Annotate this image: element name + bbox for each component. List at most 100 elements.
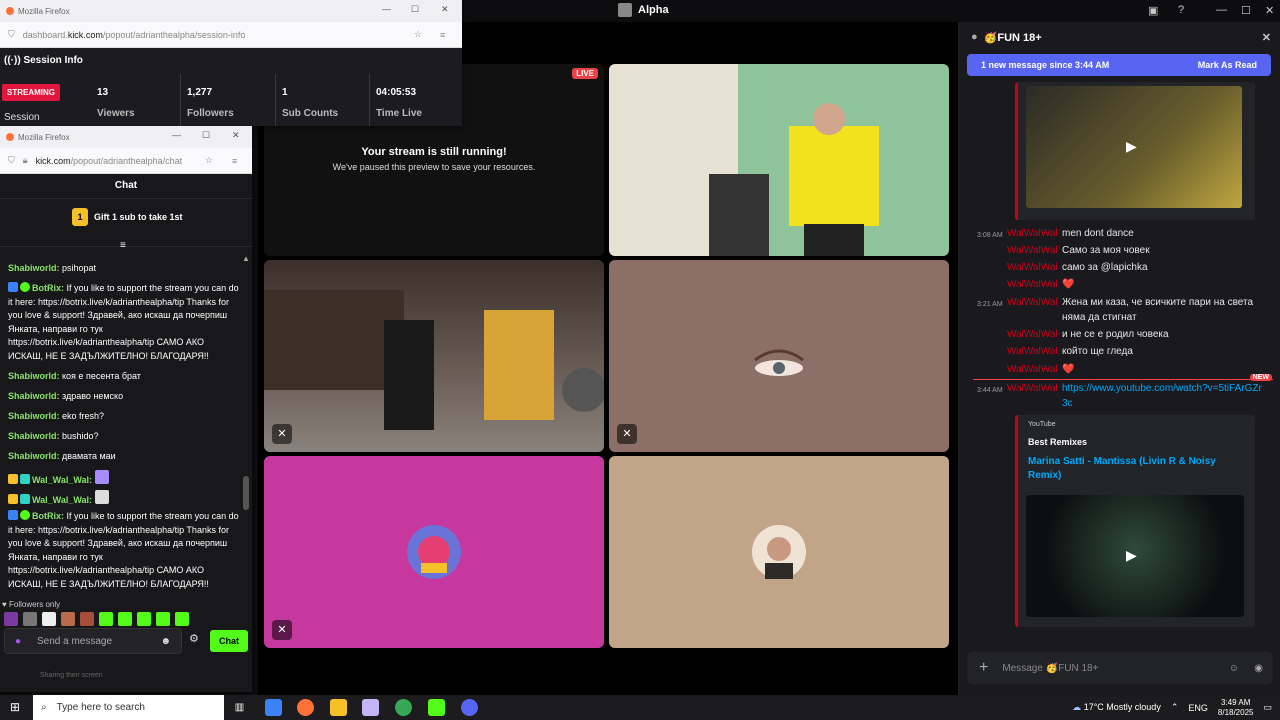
send-chat-button[interactable]: Chat bbox=[210, 630, 248, 652]
message-author[interactable]: WalWalWal bbox=[1007, 344, 1058, 359]
chat-username[interactable]: Wal_Wal_Wal: bbox=[32, 495, 92, 505]
chat-message: Shabiworld: здраво немско bbox=[8, 390, 240, 404]
firefox-taskbar-icon[interactable] bbox=[297, 699, 314, 716]
pinned-expand-icon[interactable]: ≡ bbox=[120, 240, 126, 251]
media-player-icon[interactable] bbox=[362, 699, 379, 716]
chat-username[interactable]: Shabiworld: bbox=[8, 451, 60, 461]
chat-username[interactable]: Shabiworld: bbox=[8, 371, 60, 381]
message-author[interactable]: WalWalWal bbox=[1007, 277, 1058, 292]
stream-tile-room[interactable]: ✕ bbox=[264, 260, 604, 452]
bookmark-star-icon[interactable]: ☆ bbox=[205, 155, 213, 166]
add-attachment-icon[interactable]: + bbox=[979, 659, 988, 677]
emote-icon[interactable] bbox=[61, 612, 75, 626]
message-author[interactable]: WalWalWal bbox=[1007, 226, 1058, 241]
settings-gear-icon[interactable]: ⚙ bbox=[189, 632, 199, 645]
emote-icon[interactable] bbox=[4, 612, 18, 626]
message-author[interactable]: WalWalWal bbox=[1007, 243, 1058, 258]
stream-tile-beige-avatar[interactable] bbox=[609, 456, 949, 648]
app-icon[interactable] bbox=[265, 699, 282, 716]
emoji-icon[interactable]: ☻ bbox=[160, 636, 171, 647]
minimize-button[interactable]: — bbox=[382, 4, 391, 14]
url-text[interactable]: dashboard.kick.com/popout/adrianthealpha… bbox=[23, 30, 246, 40]
stream-tile-pink-avatar[interactable]: ✕ bbox=[264, 456, 604, 648]
chat-username[interactable]: Wal_Wal_Wal: bbox=[32, 475, 92, 485]
close-button[interactable]: ✕ bbox=[441, 4, 449, 15]
chat-username[interactable]: Shabiworld: bbox=[8, 411, 60, 421]
maximize-button[interactable]: ☐ bbox=[1241, 4, 1251, 17]
emote-icon[interactable] bbox=[156, 612, 170, 626]
new-messages-bar[interactable]: 1 new message since 3:44 AM Mark As Read bbox=[967, 54, 1271, 76]
scroll-up-icon[interactable]: ▲ bbox=[242, 254, 250, 263]
message-author[interactable]: WalWalWal bbox=[1007, 362, 1058, 377]
weather-widget[interactable]: ☁ 17°C Mostly cloudy bbox=[1072, 702, 1161, 713]
minimize-button[interactable]: — bbox=[1216, 4, 1227, 16]
close-button[interactable]: ✕ bbox=[232, 130, 240, 141]
close-icon[interactable]: ✕ bbox=[1262, 31, 1271, 44]
embed-title[interactable]: Marina Satti - Mantissa (Livin R & Noisy… bbox=[1028, 455, 1248, 483]
close-button[interactable]: ✕ bbox=[1265, 4, 1274, 17]
play-icon[interactable]: ▶ bbox=[1126, 547, 1137, 564]
help-icon[interactable]: ? bbox=[1178, 4, 1184, 16]
clock[interactable]: 3:49 AM 8/18/2025 bbox=[1218, 698, 1254, 718]
chat-message-input[interactable]: ● Send a message ☻ bbox=[4, 628, 182, 654]
task-view-icon[interactable]: ▥ bbox=[231, 699, 248, 716]
emote-icon[interactable] bbox=[99, 612, 113, 626]
chat-scrollbar[interactable] bbox=[243, 476, 249, 510]
kick-app-icon[interactable] bbox=[428, 699, 445, 716]
chat-username[interactable]: Shabiworld: bbox=[8, 263, 60, 273]
tray-chevron-icon[interactable]: ⌃ bbox=[1171, 702, 1179, 713]
menu-icon[interactable]: ≡ bbox=[440, 30, 445, 40]
message-author[interactable]: WalWalWal bbox=[1007, 260, 1058, 275]
play-icon[interactable]: ▶ bbox=[1126, 138, 1137, 155]
inbox-icon[interactable]: ▣ bbox=[1148, 4, 1158, 17]
menu-icon[interactable]: ≡ bbox=[232, 156, 237, 166]
language-indicator[interactable]: ENG bbox=[1188, 703, 1208, 713]
activities-icon[interactable]: ◉ bbox=[1254, 663, 1263, 674]
emote-icon[interactable] bbox=[42, 612, 56, 626]
file-explorer-icon[interactable] bbox=[330, 699, 347, 716]
mic-icon[interactable]: ● bbox=[15, 636, 21, 647]
muted-icon: ✕ bbox=[617, 424, 637, 444]
verified-badge-icon bbox=[20, 282, 30, 292]
minimize-button[interactable]: — bbox=[172, 130, 181, 140]
chat-username[interactable]: Shabiworld: bbox=[8, 391, 60, 401]
channel-name: 🥳FUN 18+ bbox=[983, 31, 1042, 44]
message-author[interactable]: WalWalWal bbox=[1007, 295, 1058, 310]
taskbar-search[interactable]: ⌕ Type here to search bbox=[33, 695, 224, 720]
video-thumbnail[interactable]: ▶ bbox=[1026, 86, 1242, 208]
chat-username[interactable]: Shabiworld: bbox=[8, 431, 60, 441]
stream-tile-webcam[interactable] bbox=[609, 64, 949, 256]
emote-icon[interactable] bbox=[175, 612, 189, 626]
emote-icon[interactable] bbox=[23, 612, 37, 626]
stream-tile-eye[interactable]: ✕ bbox=[609, 260, 949, 452]
chat-username[interactable]: BotRix: bbox=[32, 511, 64, 521]
notification-icon[interactable]: ▭ bbox=[1263, 702, 1272, 713]
emote-icon[interactable] bbox=[80, 612, 94, 626]
video-thumbnail[interactable]: ▶ bbox=[1026, 495, 1244, 617]
emote-bar[interactable] bbox=[4, 612, 191, 626]
message-input[interactable]: + Message 🥳FUN 18+ ☺ ◉ bbox=[967, 652, 1273, 684]
message-author[interactable]: WalWalWal bbox=[1007, 381, 1058, 396]
emoji-icon[interactable]: ☺ bbox=[1229, 663, 1239, 674]
paused-subtitle: We've paused this preview to save your r… bbox=[332, 162, 536, 172]
windows-start-icon[interactable]: ⊞ bbox=[10, 700, 20, 714]
maximize-button[interactable]: ☐ bbox=[202, 130, 210, 141]
gift-sub-banner[interactable]: 1 Gift 1 sub to take 1st bbox=[72, 208, 183, 226]
message-author[interactable]: WalWalWal bbox=[1007, 327, 1058, 342]
message-placeholder: Message 🥳FUN 18+ bbox=[1002, 662, 1099, 674]
stat-sub-counts: 1 Sub Counts bbox=[275, 74, 338, 126]
address-bar[interactable]: ⛉ dashboard.kick.com/popout/adrianthealp… bbox=[0, 22, 462, 48]
chrome-icon[interactable] bbox=[395, 699, 412, 716]
url-text[interactable]: kick.com/popout/adrianthealpha/chat bbox=[36, 156, 186, 166]
chat-username[interactable]: BotRix: bbox=[32, 283, 64, 293]
bookmark-star-icon[interactable]: ☆ bbox=[414, 29, 422, 40]
maximize-button[interactable]: ☐ bbox=[411, 4, 419, 15]
emote-icon[interactable] bbox=[137, 612, 151, 626]
youtube-link[interactable]: https://www.youtube.com/watch?v=5tiFArGZ… bbox=[1062, 381, 1267, 411]
embed-author[interactable]: Best Remixes bbox=[1028, 437, 1087, 447]
mark-as-read-button[interactable]: Mark As Read bbox=[1198, 60, 1257, 70]
video-embed-top[interactable]: ▶ bbox=[1015, 82, 1255, 220]
discord-taskbar-icon[interactable] bbox=[461, 699, 478, 716]
address-bar[interactable]: ⛉ 🔒︎ kick.com/popout/adrianthealpha/chat… bbox=[0, 148, 252, 174]
emote-icon[interactable] bbox=[118, 612, 132, 626]
